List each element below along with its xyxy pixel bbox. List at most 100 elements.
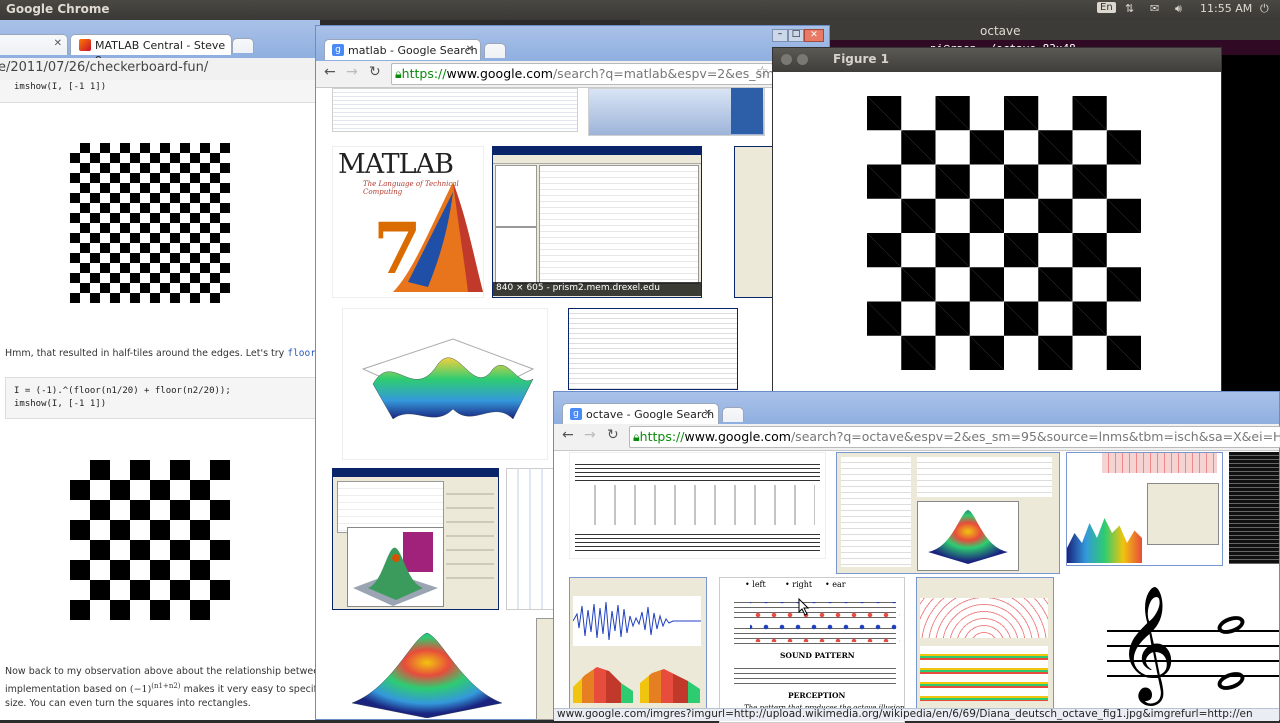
url-scheme: https://	[401, 66, 447, 81]
text-line: Now back to my observation above about t…	[5, 666, 352, 677]
figure-titlebar: Figure 1	[773, 48, 1221, 72]
blog-tab-1[interactable]: ✕	[0, 34, 68, 55]
lock-icon: 🔒︎	[633, 429, 640, 444]
active-app-name: Google Chrome	[6, 2, 110, 16]
close-icon[interactable]: ✕	[466, 44, 474, 55]
top-panel: Google Chrome En ⇅ ✉ 🔊︎ 11:55 AM ⏻	[0, 0, 1280, 20]
code-line: I = (-1).^(floor(n1/20) + floor(n2/20));	[14, 386, 231, 396]
new-tab-button[interactable]	[722, 407, 744, 422]
image-result-matlab-desktop[interactable]: 840 × 605 - prism2.mem.drexel.edu	[492, 146, 702, 298]
octave-address-bar[interactable]: 🔒︎https://www.google.com/search?q=octave…	[629, 426, 1280, 448]
image-result-treble-clef[interactable]: 𝄞	[1107, 584, 1279, 702]
close-icon[interactable]: ✕	[54, 38, 62, 49]
new-tab-button[interactable]	[232, 38, 254, 53]
matlab-tab-label: matlab - Google Search	[348, 44, 478, 57]
text-fragment: Hmm, that resulted in half-tiles around …	[5, 348, 285, 359]
perception-label: PERCEPTION	[788, 691, 846, 700]
figure-window: Figure 1	[772, 47, 1222, 392]
new-tab-button[interactable]	[484, 43, 506, 58]
text-line: implementation based on (−1)(n1+n2) make…	[5, 679, 339, 697]
image-result-waveform[interactable]	[569, 577, 707, 709]
star-icon[interactable]: ☆	[756, 64, 769, 80]
image-result-peaks-plot[interactable]	[332, 618, 522, 719]
keyboard-icon[interactable]: En	[1097, 2, 1116, 13]
image-caption: 840 × 605 - prism2.mem.drexel.edu	[496, 283, 660, 293]
url-host: www.google.com	[446, 66, 553, 81]
blog-paragraph-1: Hmm, that resulted in half-tiles around …	[5, 348, 354, 359]
octave-tab[interactable]: g octave - Google Search ✕	[562, 403, 719, 424]
label-right: • right	[785, 580, 813, 589]
lock-icon: 🔒︎	[395, 66, 402, 81]
octave-tab-strip: g octave - Google Search ✕	[554, 392, 1279, 424]
import-plot	[347, 527, 444, 607]
image-result-import-dialog[interactable]	[332, 468, 499, 610]
blog-tab-2[interactable]: MATLAB Central - Steve o	[70, 34, 232, 65]
matlab-toolbar: ← → ↻ 🔒︎https://www.google.com/search?q=…	[316, 61, 829, 88]
close-icon[interactable]: ✕	[704, 408, 712, 419]
matlab-favicon	[79, 39, 91, 51]
image-result[interactable]	[332, 88, 578, 132]
image-result-octave-illusion[interactable]: • left • right • ear SOUND PATTERN PERCE…	[719, 577, 907, 723]
checkerboard-image-1	[70, 143, 230, 303]
math-expression: (−1)	[129, 684, 152, 696]
code-line: imshow(I, [-1 1])	[14, 399, 107, 409]
label-ear: • ear	[825, 580, 846, 589]
matlab-address-bar[interactable]: 🔒︎https://www.google.com/search?q=matlab…	[391, 63, 773, 85]
blog-address-bar[interactable]: e/2011/07/26/checkerboard-fun/	[0, 60, 208, 75]
back-icon[interactable]: ←	[562, 427, 574, 443]
code-line: imshow(I, [-1 1])	[14, 82, 107, 92]
staff	[734, 664, 896, 686]
minimize-icon[interactable]	[797, 54, 808, 65]
url-path: /search?q=octave&espv=2&es_sm=95&source=…	[790, 429, 1280, 444]
matlab-logo-text: MATLAB	[338, 149, 454, 180]
reload-icon[interactable]: ↻	[607, 427, 619, 443]
filter-curves	[920, 598, 1048, 638]
image-result-surface-plot[interactable]	[342, 308, 548, 460]
image-result[interactable]	[568, 308, 738, 390]
close-icon[interactable]	[781, 54, 792, 65]
image-result-note-table[interactable]	[569, 452, 826, 559]
forward-icon[interactable]: →	[584, 427, 596, 443]
image-result[interactable]	[506, 468, 556, 610]
peaks-plot-image	[351, 632, 503, 719]
status-bubble: www.google.com/imgres?imgurl=http://uplo…	[554, 708, 1279, 721]
back-icon[interactable]: ←	[324, 64, 336, 80]
label-right-text: right	[792, 580, 813, 589]
mouse-cursor-icon	[798, 598, 810, 616]
spectrogram-bars	[920, 646, 1048, 701]
image-result-spectrum[interactable]	[1066, 452, 1223, 566]
code-block-1: imshow(I, [-1 1])	[0, 80, 316, 103]
image-result-matlab-logo[interactable]: MATLAB The Language of Technical Computi…	[332, 146, 484, 298]
sound-pattern-label: SOUND PATTERN	[780, 651, 855, 660]
math-exponent: (n1+n2)	[151, 682, 181, 690]
blog-tab-strip: ✕ MATLAB Central - Steve o	[0, 20, 320, 65]
google-favicon: g	[570, 408, 582, 420]
time-display[interactable]: 11:55 AM	[1200, 2, 1252, 15]
blog-toolbar: e/2011/07/26/checkerboard-fun/	[0, 58, 320, 81]
image-result[interactable]	[734, 146, 776, 298]
label-ear-text: ear	[832, 580, 846, 589]
label-left: • left	[745, 580, 766, 589]
code-block-2: I = (-1).^(floor(n1/20) + floor(n2/20));…	[5, 377, 318, 419]
image-result[interactable]	[731, 88, 763, 134]
image-result-terminal[interactable]	[1229, 452, 1279, 564]
image-result-filterbank[interactable]	[916, 577, 1054, 709]
close-icon[interactable]: ✕	[804, 29, 824, 42]
url-path: /search?q=matlab&espv=2&es_sm=	[552, 66, 773, 81]
octave-tab-label: octave - Google Search	[586, 408, 715, 421]
maximize-icon[interactable]: □	[788, 29, 804, 42]
label-left-text: left	[752, 580, 766, 589]
forward-icon[interactable]: →	[346, 64, 358, 80]
reload-icon[interactable]: ↻	[369, 64, 381, 80]
blog-paragraph-2: Now back to my observation above about t…	[5, 665, 352, 711]
power-icon[interactable]: ⏻	[1260, 2, 1269, 16]
octave-browser-window: g octave - Google Search ✕ ← → ↻ 🔒︎https…	[553, 391, 1280, 723]
image-result-octave-gui[interactable]	[836, 452, 1060, 574]
octave-toolbar: ← → ↻ 🔒︎https://www.google.com/search?q=…	[554, 424, 1280, 451]
volume-icon[interactable]: 🔊︎	[1175, 2, 1182, 16]
figure-title: Figure 1	[833, 52, 890, 66]
network-icon[interactable]: ⇅	[1125, 2, 1134, 15]
mail-icon[interactable]: ✉	[1150, 2, 1159, 15]
matlab-tab[interactable]: g matlab - Google Search ✕	[324, 39, 481, 60]
minimize-icon[interactable]: –	[772, 29, 788, 42]
